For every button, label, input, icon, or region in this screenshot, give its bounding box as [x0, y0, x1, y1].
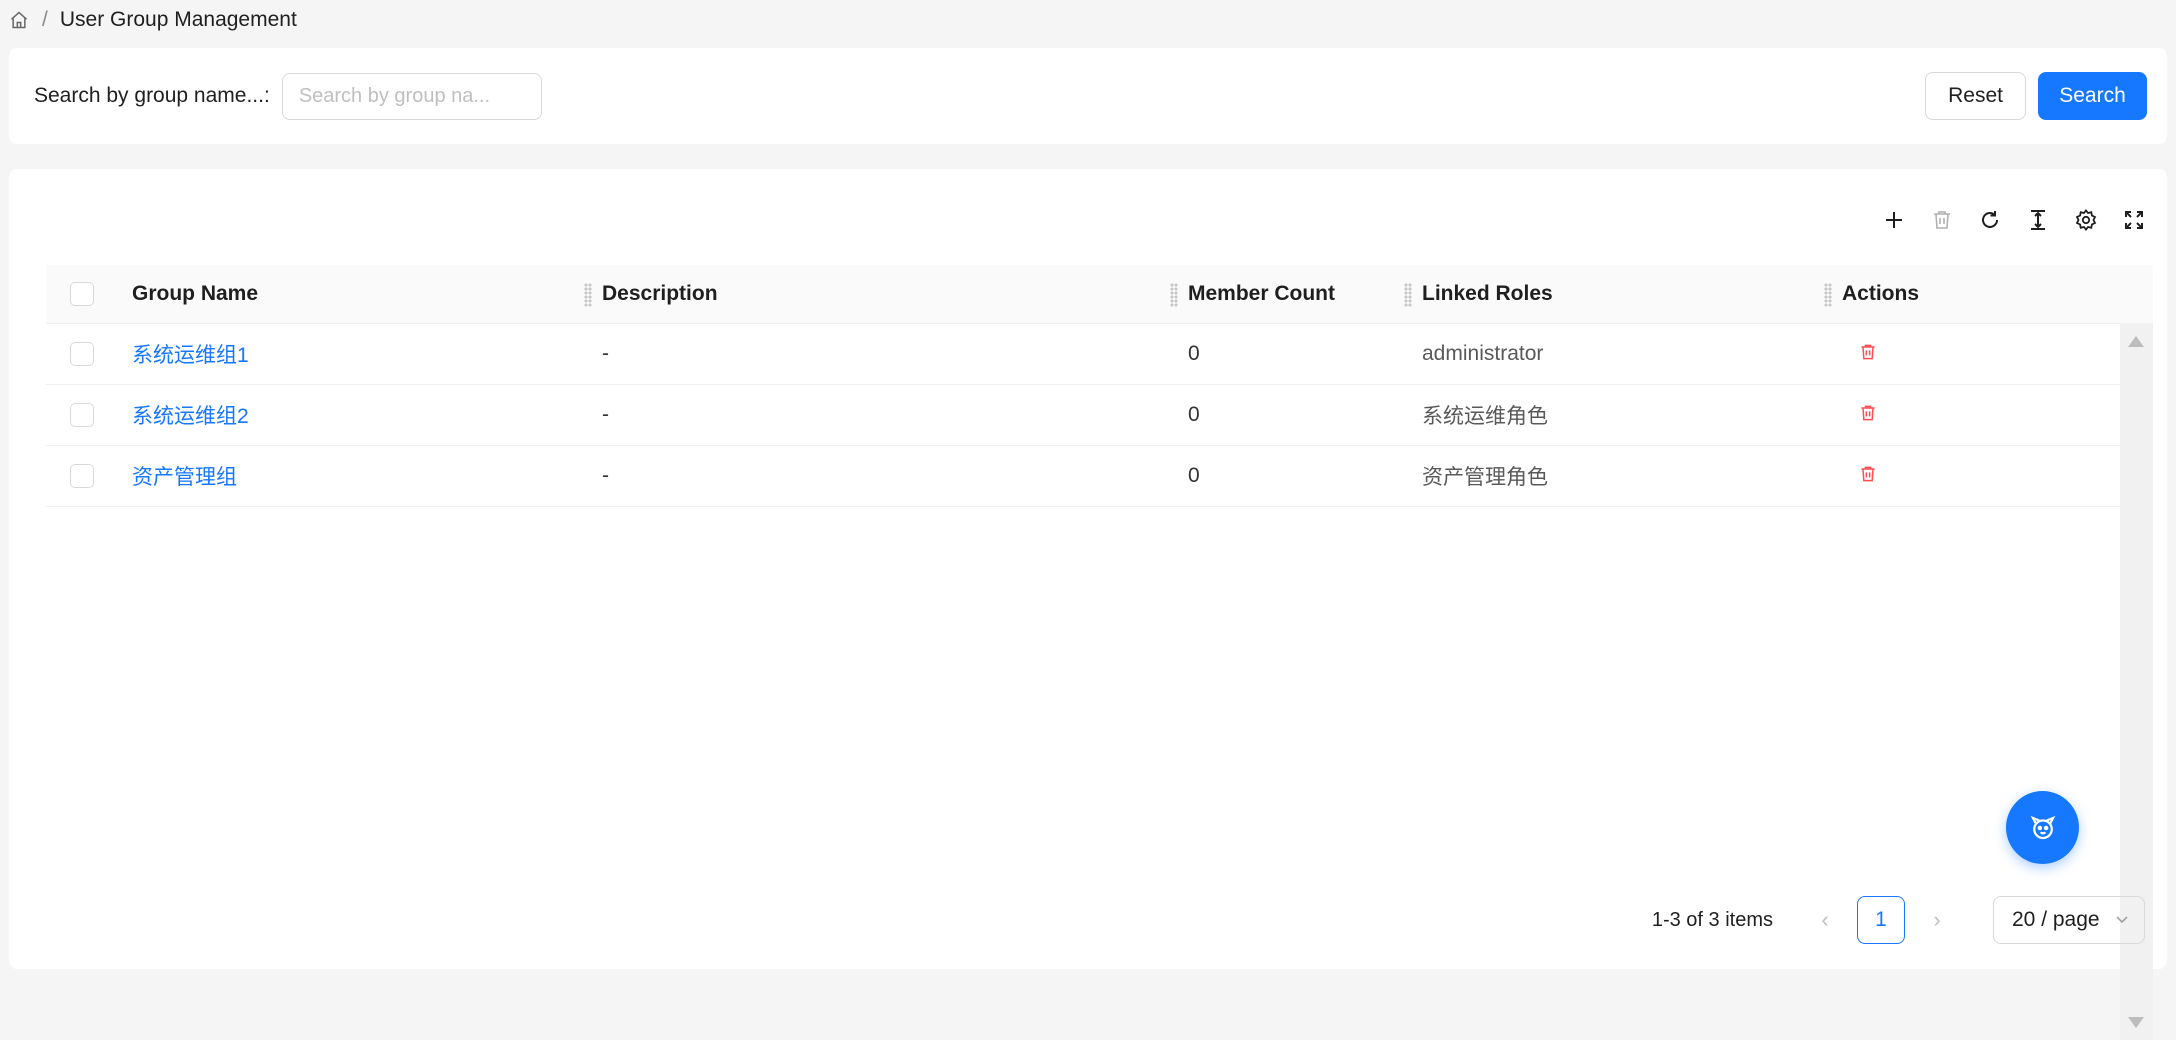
- scroll-up-arrow[interactable]: [2128, 336, 2144, 347]
- group-name-link[interactable]: 资产管理组: [132, 466, 237, 489]
- trash-icon[interactable]: [1927, 205, 1957, 235]
- header-linked-roles[interactable]: Linked Roles: [1422, 265, 1842, 324]
- table-header-row: Group Name Description Member Count Link…: [46, 265, 2153, 324]
- group-name-cell: 系统运维组1: [132, 323, 602, 385]
- description-cell: -: [602, 445, 1188, 507]
- table-row: 系统运维组1 - 0 administrator: [46, 323, 2153, 385]
- chevron-down-icon: [2116, 916, 2128, 924]
- header-group-name-label: Group Name: [132, 281, 259, 305]
- table-row: 资产管理组 - 0 资产管理角色: [46, 445, 2153, 507]
- delete-icon[interactable]: [1856, 401, 1880, 425]
- group-name-cell: 系统运维组2: [132, 384, 602, 446]
- scroll-down-arrow[interactable]: [2128, 1017, 2144, 1028]
- header-actions-label: Actions: [1842, 281, 1920, 305]
- column-resize-handle[interactable]: [1404, 283, 1412, 307]
- column-resize-handle[interactable]: [584, 283, 592, 307]
- header-scroll-spacer: [2122, 265, 2153, 324]
- column-height-icon[interactable]: [2023, 205, 2053, 235]
- header-group-name[interactable]: Group Name: [132, 265, 602, 324]
- row-select-cell: [46, 445, 132, 507]
- home-icon[interactable]: [8, 9, 30, 31]
- linked-roles-cell: 系统运维角色: [1422, 384, 1842, 446]
- table-row: 系统运维组2 - 0 系统运维角色: [46, 384, 2153, 446]
- pagination-total: 1-3 of 3 items: [1651, 908, 1773, 931]
- header-description[interactable]: Description: [602, 265, 1188, 324]
- actions-cell: [1842, 445, 2122, 507]
- page-size-value: 20 / page: [2012, 908, 2100, 931]
- next-page-button[interactable]: ›: [1917, 897, 1957, 943]
- column-resize-handle[interactable]: [1824, 283, 1832, 307]
- group-name-link[interactable]: 系统运维组1: [132, 344, 249, 367]
- row-checkbox[interactable]: [70, 341, 94, 366]
- delete-icon[interactable]: [1856, 340, 1880, 364]
- gear-icon[interactable]: [2071, 205, 2101, 235]
- member-count-cell: 0: [1188, 445, 1422, 507]
- member-count-cell: 0: [1188, 384, 1422, 446]
- select-all-checkbox[interactable]: [70, 281, 94, 306]
- row-checkbox[interactable]: [70, 402, 94, 427]
- linked-roles-cell: administrator: [1422, 323, 1842, 385]
- search-panel: Search by group name...: Reset Search: [9, 48, 2167, 144]
- header-actions: Actions: [1842, 265, 2122, 324]
- reset-button[interactable]: Reset: [1925, 72, 2026, 120]
- description-cell: -: [602, 384, 1188, 446]
- actions-cell: [1842, 323, 2122, 385]
- table-toolbar: [1879, 205, 2149, 235]
- plus-icon[interactable]: [1879, 205, 1909, 235]
- breadcrumb: / User Group Management: [0, 0, 297, 40]
- user-group-table: Group Name Description Member Count Link…: [46, 265, 2153, 507]
- group-name-cell: 资产管理组: [132, 445, 602, 507]
- header-member-count-label: Member Count: [1188, 281, 1335, 305]
- group-name-link[interactable]: 系统运维组2: [132, 405, 249, 428]
- prev-page-button[interactable]: ‹: [1805, 897, 1845, 943]
- page-number-button[interactable]: 1: [1857, 896, 1905, 944]
- table-panel: Group Name Description Member Count Link…: [9, 169, 2167, 1040]
- page-size-select[interactable]: 20 / page: [1993, 896, 2145, 944]
- assistant-icon: [2030, 815, 2055, 839]
- linked-roles-cell: 资产管理角色: [1422, 445, 1842, 507]
- pagination: 1-3 of 3 items ‹ 1 › 20 / page: [1652, 895, 2145, 945]
- breadcrumb-current: User Group Management: [59, 8, 297, 31]
- search-button[interactable]: Search: [2038, 72, 2147, 120]
- search-label: Search by group name...:: [34, 84, 270, 107]
- assistant-fab-button[interactable]: [2006, 791, 2079, 864]
- column-resize-handle[interactable]: [1170, 283, 1178, 307]
- breadcrumb-separator: /: [42, 8, 48, 31]
- row-select-cell: [46, 384, 132, 446]
- member-count-cell: 0: [1188, 323, 1422, 385]
- header-member-count[interactable]: Member Count: [1188, 265, 1422, 324]
- header-linked-roles-label: Linked Roles: [1422, 281, 1553, 305]
- description-cell: -: [602, 323, 1188, 385]
- row-checkbox[interactable]: [70, 463, 94, 488]
- reload-icon[interactable]: [1975, 205, 2005, 235]
- row-select-cell: [46, 323, 132, 385]
- search-input[interactable]: [281, 72, 542, 120]
- delete-icon[interactable]: [1856, 462, 1880, 486]
- header-description-label: Description: [602, 281, 718, 305]
- actions-cell: [1842, 384, 2122, 446]
- fullscreen-icon[interactable]: [2119, 205, 2149, 235]
- header-select-all: [46, 265, 132, 324]
